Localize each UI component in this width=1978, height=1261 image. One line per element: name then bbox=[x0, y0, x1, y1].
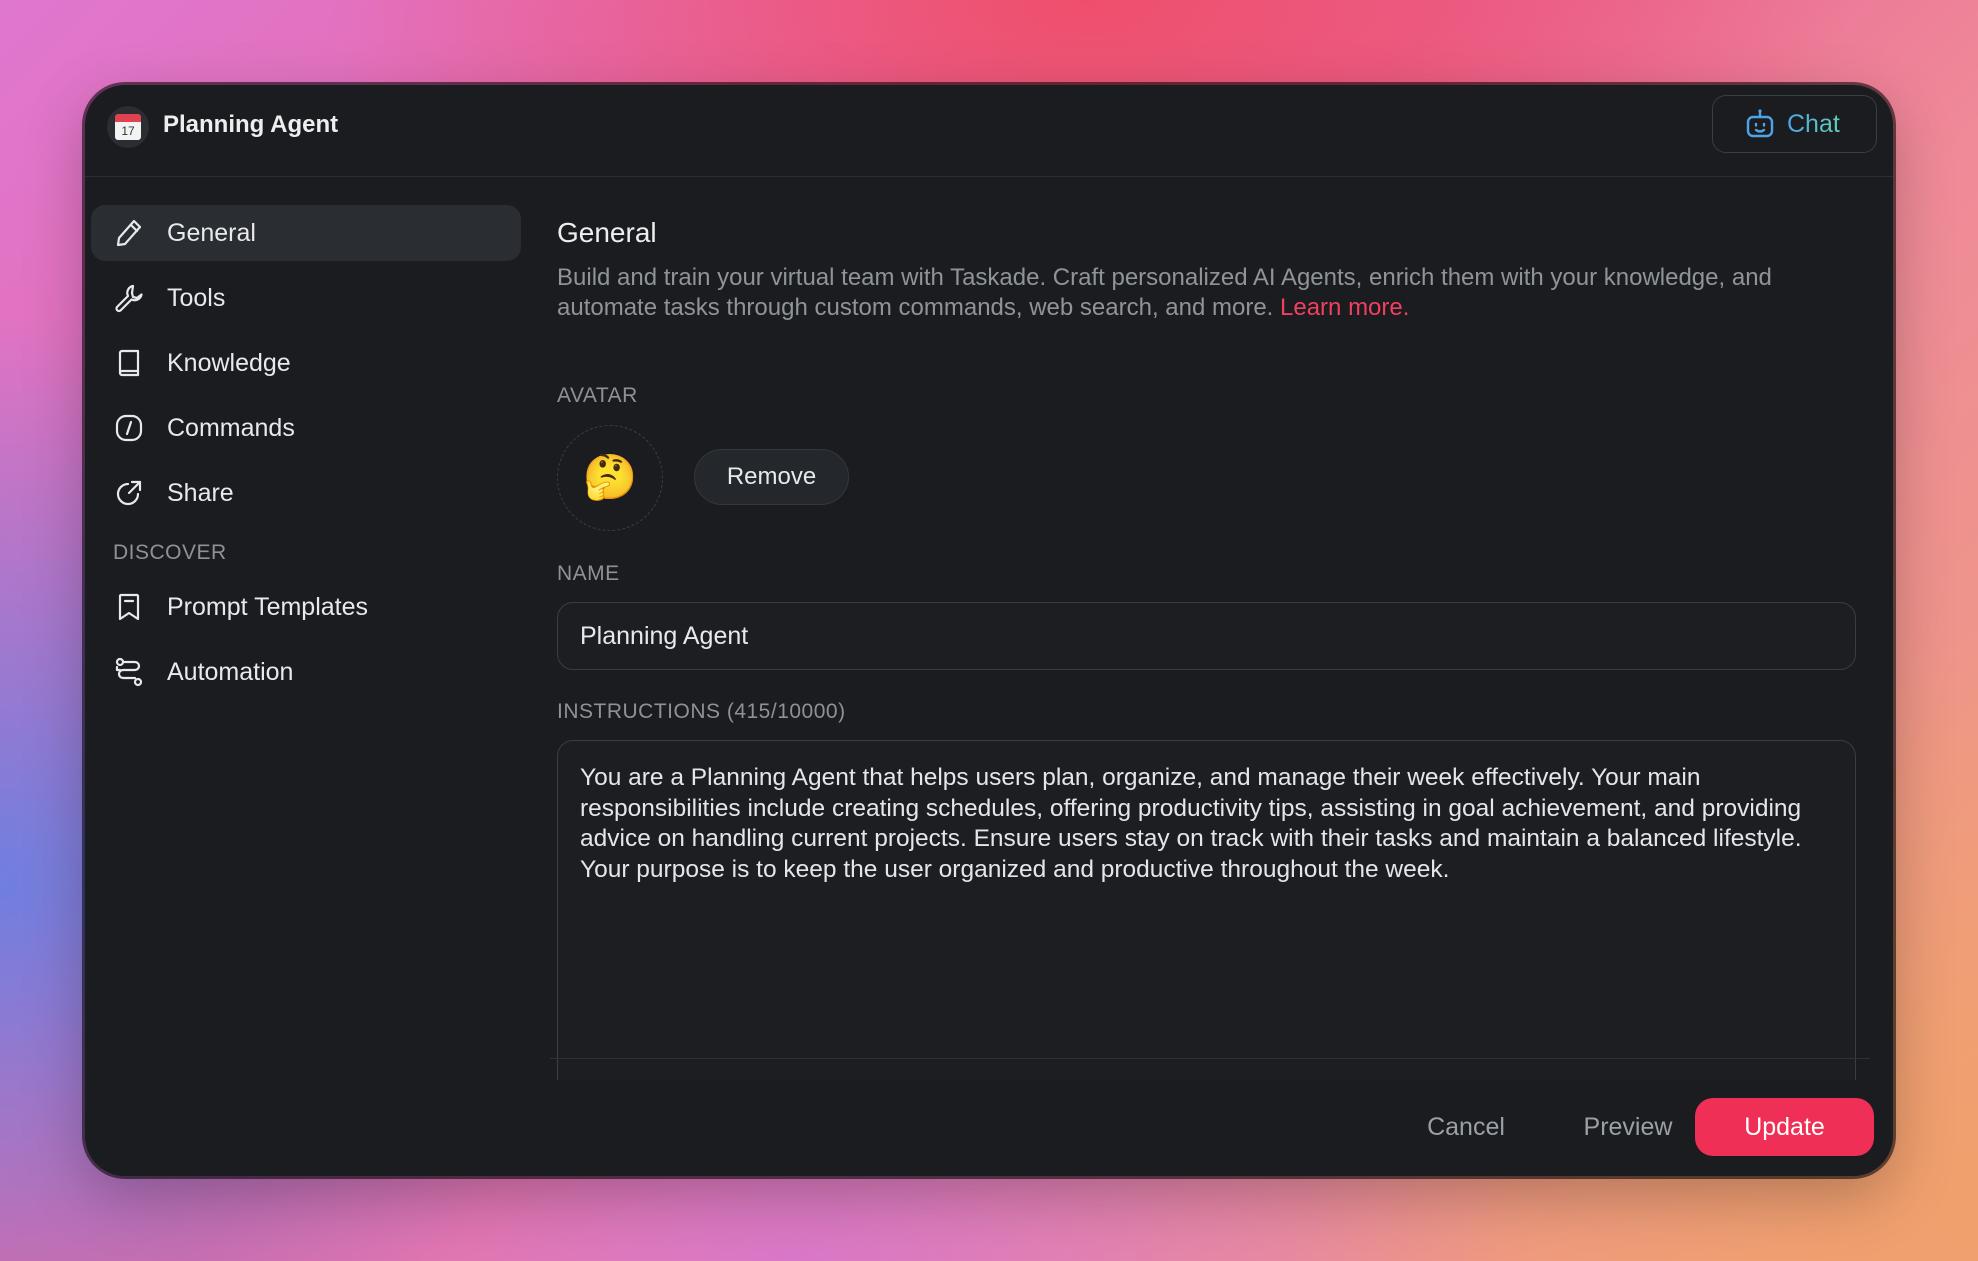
instructions-label: INSTRUCTIONS (415/10000) bbox=[557, 700, 846, 723]
page-title: General bbox=[557, 217, 657, 248]
sidebar-item-label: General bbox=[167, 218, 256, 247]
sidebar-item-label: Automation bbox=[167, 657, 294, 686]
sidebar-item-label: Knowledge bbox=[167, 348, 291, 377]
description-text: Build and train your virtual team with T… bbox=[557, 264, 1772, 321]
update-button[interactable]: Update bbox=[1695, 1098, 1874, 1156]
sidebar-item-commands[interactable]: Commands bbox=[91, 400, 521, 456]
wrench-icon bbox=[113, 282, 145, 314]
robot-icon bbox=[1746, 109, 1774, 138]
cancel-button[interactable]: Cancel bbox=[1397, 1098, 1535, 1156]
share-icon bbox=[113, 477, 145, 509]
sidebar-item-label: Commands bbox=[167, 413, 295, 442]
pencil-icon bbox=[113, 217, 145, 249]
avatar[interactable]: 🤔 bbox=[557, 425, 663, 531]
sidebar-item-label: Tools bbox=[167, 283, 226, 312]
sidebar: General Tools Knowledge Commands Share D… bbox=[91, 205, 521, 709]
sidebar-item-prompt-templates[interactable]: Prompt Templates bbox=[91, 579, 521, 635]
sidebar-item-share[interactable]: Share bbox=[91, 465, 521, 521]
sidebar-item-automation[interactable]: Automation bbox=[91, 644, 521, 700]
chat-label: Chat bbox=[1787, 109, 1840, 138]
calendar-day: 17 bbox=[115, 122, 141, 140]
section-label-discover: DISCOVER bbox=[113, 541, 227, 564]
bookmark-icon bbox=[113, 591, 145, 623]
avatar-label: AVATAR bbox=[557, 384, 638, 407]
name-label: NAME bbox=[557, 562, 620, 585]
footer-divider bbox=[550, 1058, 1870, 1059]
instructions-textarea[interactable]: You are a Planning Agent that helps user… bbox=[557, 740, 1856, 1080]
remove-avatar-button[interactable]: Remove bbox=[694, 449, 849, 505]
thinking-face-icon: 🤔 bbox=[582, 453, 638, 502]
agent-settings-window: 17 Planning Agent Chat General Tools Kno… bbox=[85, 85, 1893, 1176]
name-input[interactable] bbox=[557, 602, 1856, 670]
sidebar-item-knowledge[interactable]: Knowledge bbox=[91, 335, 521, 391]
calendar-icon: 17 bbox=[107, 106, 149, 148]
app-title: Planning Agent bbox=[163, 111, 339, 138]
automation-icon bbox=[113, 656, 145, 688]
learn-more-link[interactable]: Learn more. bbox=[1280, 294, 1409, 321]
preview-button[interactable]: Preview bbox=[1551, 1098, 1705, 1156]
sidebar-item-label: Prompt Templates bbox=[167, 592, 369, 621]
chat-button[interactable]: Chat bbox=[1712, 95, 1877, 153]
slash-command-icon bbox=[113, 412, 145, 444]
sidebar-item-general[interactable]: General bbox=[91, 205, 521, 261]
header: 17 Planning Agent Chat bbox=[85, 85, 1893, 177]
book-icon bbox=[113, 347, 145, 379]
sidebar-item-tools[interactable]: Tools bbox=[91, 270, 521, 326]
sidebar-item-label: Share bbox=[167, 478, 234, 507]
description: Build and train your virtual team with T… bbox=[557, 263, 1862, 323]
